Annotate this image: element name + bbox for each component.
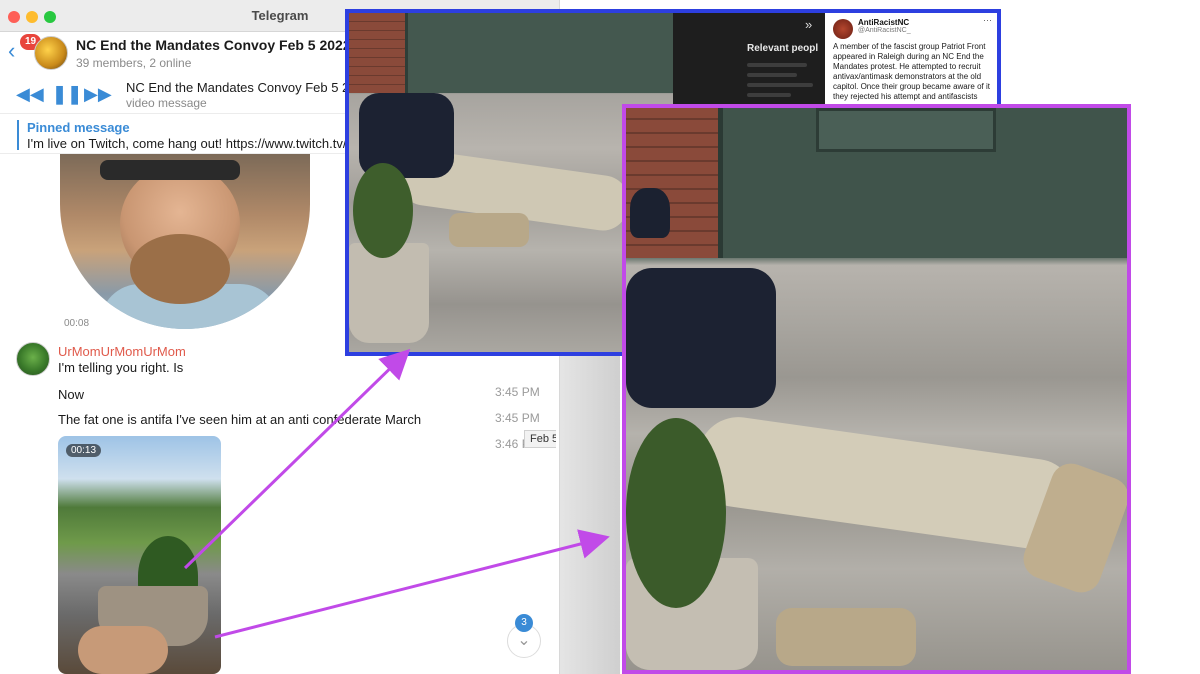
placeholder-line [747, 63, 807, 67]
previous-track-icon[interactable]: ◀◀ [16, 84, 44, 104]
person-pants [691, 411, 1081, 555]
message-author[interactable]: UrMomUrMomUrMom [58, 344, 186, 359]
plant [626, 418, 726, 608]
composite-screenshot: Telegram ‹ 19 NC End the Mandates Convoy… [0, 0, 1200, 674]
pause-icon[interactable]: ❚❚ [52, 84, 82, 104]
next-track-icon[interactable]: ▶▶ [84, 84, 112, 104]
plant [353, 163, 413, 258]
tweet-author-handle[interactable]: @AntiRacistNC_ [858, 27, 911, 34]
relevant-people-heading: Relevant peopl [747, 43, 819, 54]
video-message-thumbnail[interactable]: 00:13 [58, 436, 221, 674]
message-time: 3:45 PM [495, 385, 540, 399]
more-dots-icon[interactable]: ··· [983, 15, 992, 25]
pinned-indicator [17, 120, 19, 150]
placeholder-line [747, 73, 797, 77]
steps-photo-large [626, 108, 1127, 670]
player-subtitle: video message [126, 96, 207, 110]
message-time: 3:45 PM [495, 411, 540, 425]
group-avatar[interactable] [34, 36, 68, 70]
placeholder-line [747, 93, 791, 97]
placeholder-line [747, 83, 813, 87]
tweet-author-name[interactable]: AntiRacistNC [858, 18, 909, 27]
video-note-glasses [100, 160, 240, 180]
video-duration: 00:13 [66, 444, 102, 457]
planter [349, 243, 429, 343]
person-jacket [626, 268, 776, 408]
chat-title[interactable]: NC End the Mandates Convoy Feb 5 2022 [76, 37, 351, 53]
pinned-text: I'm live on Twitch, come hang out! https… [27, 136, 358, 151]
person-boot [776, 608, 916, 666]
video-note-duration: 00:08 [64, 318, 90, 329]
door-panel [816, 108, 996, 152]
tweet-author-avatar[interactable] [833, 19, 853, 39]
pinned-label: Pinned message [27, 120, 130, 135]
unread-scroll-badge: 3 [515, 614, 533, 632]
message-text: I'm telling you right. Is [58, 360, 184, 375]
person-hood [630, 188, 670, 238]
person-boot [449, 213, 529, 247]
author-avatar[interactable] [16, 342, 50, 376]
message-text: Now [58, 387, 85, 402]
thumbnail-hand [78, 626, 168, 674]
player-title[interactable]: NC End the Mandates Convoy Feb 5 2022 [126, 80, 371, 95]
chat-members-status: 39 members, 2 online [76, 56, 192, 70]
double-chevron-icon[interactable]: » [805, 17, 812, 32]
video-note-beard [130, 234, 230, 304]
purple-framed-zoom-photo [622, 104, 1131, 674]
video-note[interactable] [60, 154, 310, 329]
tweet-text: A member of the fascist group Patriot Fr… [833, 42, 990, 101]
timestamp-tooltip: Feb 5, 2022 at 3:45 [524, 430, 556, 448]
message-text: The fat one is antifa I've seen him at a… [58, 412, 422, 427]
